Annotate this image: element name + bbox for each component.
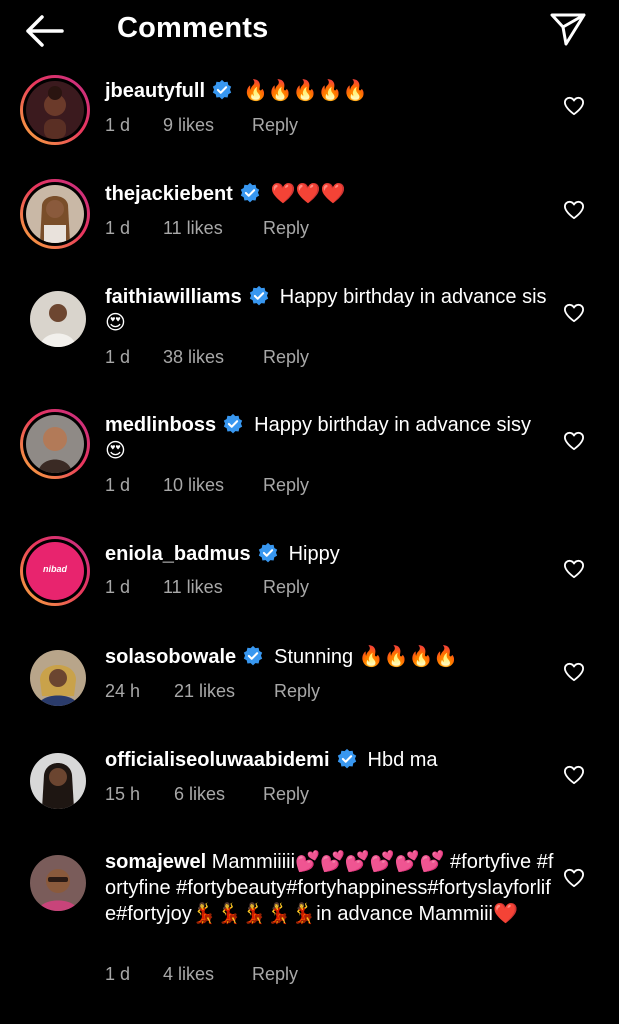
comment-username[interactable]: jbeautyfull: [105, 80, 205, 102]
comment-likes[interactable]: 6 likes: [174, 784, 225, 805]
avatar[interactable]: nibad: [20, 536, 90, 606]
header: Comments: [0, 0, 619, 60]
verified-badge-icon: [212, 79, 232, 100]
avatar[interactable]: [20, 281, 90, 351]
heart-icon[interactable]: [563, 200, 585, 220]
comment-likes[interactable]: 10 likes: [163, 475, 224, 496]
reply-button[interactable]: Reply: [263, 475, 309, 496]
arrow-left-icon[interactable]: [22, 12, 66, 50]
verified-badge-icon: [240, 182, 259, 203]
comment-likes[interactable]: 11 likes: [163, 218, 223, 239]
comment-likes[interactable]: 9 likes: [163, 115, 214, 136]
comment-text: 🔥🔥🔥🔥🔥: [243, 80, 368, 102]
heart-icon[interactable]: [563, 868, 585, 888]
comment-username[interactable]: medlinboss: [105, 414, 216, 436]
comment-time: 24 h: [105, 681, 141, 701]
comment-text: Hbd ma: [367, 749, 438, 771]
avatar[interactable]: [20, 75, 90, 145]
avatar[interactable]: [20, 845, 90, 915]
comment-likes[interactable]: 38 likes: [163, 347, 224, 368]
comment-time: 1 d: [105, 347, 131, 367]
comment-username[interactable]: thejackiebent: [105, 183, 233, 205]
avatar[interactable]: [20, 743, 90, 813]
comment-username[interactable]: somajewel: [105, 851, 206, 873]
send-icon[interactable]: [548, 10, 588, 48]
verified-badge-icon: [223, 413, 243, 434]
comment-username[interactable]: faithiawilliams: [105, 286, 242, 308]
comment-username[interactable]: eniola_badmus: [105, 543, 251, 565]
comment-username[interactable]: officialiseoluwaabidemi: [105, 749, 330, 771]
page-title: Comments: [117, 12, 269, 44]
comment-likes[interactable]: 4 likes: [163, 964, 214, 985]
comment-time: 1 d: [105, 115, 131, 135]
avatar[interactable]: [20, 179, 90, 249]
avatar[interactable]: [20, 640, 90, 710]
reply-button[interactable]: Reply: [263, 577, 309, 598]
reply-button[interactable]: Reply: [252, 964, 298, 985]
comment-likes[interactable]: 21 likes: [174, 681, 235, 702]
comment-text: ❤️❤️❤️: [270, 183, 346, 205]
comment-time: 1 d: [105, 218, 131, 238]
heart-icon[interactable]: [563, 303, 585, 323]
heart-icon[interactable]: [563, 96, 585, 116]
comment-time: 1 d: [105, 577, 131, 597]
avatar[interactable]: [20, 409, 90, 479]
reply-button[interactable]: Reply: [274, 681, 320, 702]
avatar-logo-text: nibad: [43, 564, 67, 574]
comment-text: Hippy: [288, 543, 340, 565]
comment-time: 15 h: [105, 784, 141, 804]
heart-icon[interactable]: [563, 559, 585, 579]
avatar-logo: nibad: [26, 564, 84, 574]
comment-time: 1 d: [105, 475, 131, 495]
reply-button[interactable]: Reply: [263, 784, 309, 805]
verified-badge-icon: [258, 542, 277, 563]
reply-button[interactable]: Reply: [263, 347, 309, 368]
heart-icon[interactable]: [563, 431, 585, 451]
reply-button[interactable]: Reply: [252, 115, 298, 136]
verified-badge-icon: [337, 748, 356, 769]
comment-text: Stunning 🔥🔥🔥🔥: [274, 646, 459, 668]
heart-icon[interactable]: [563, 765, 585, 785]
comment-time: 1 d: [105, 964, 131, 984]
comment-likes[interactable]: 11 likes: [163, 577, 223, 598]
heart-icon[interactable]: [563, 662, 585, 682]
verified-badge-icon: [249, 285, 268, 306]
comment-username[interactable]: solasobowale: [105, 646, 236, 668]
verified-badge-icon: [243, 645, 263, 666]
reply-button[interactable]: Reply: [263, 218, 309, 239]
